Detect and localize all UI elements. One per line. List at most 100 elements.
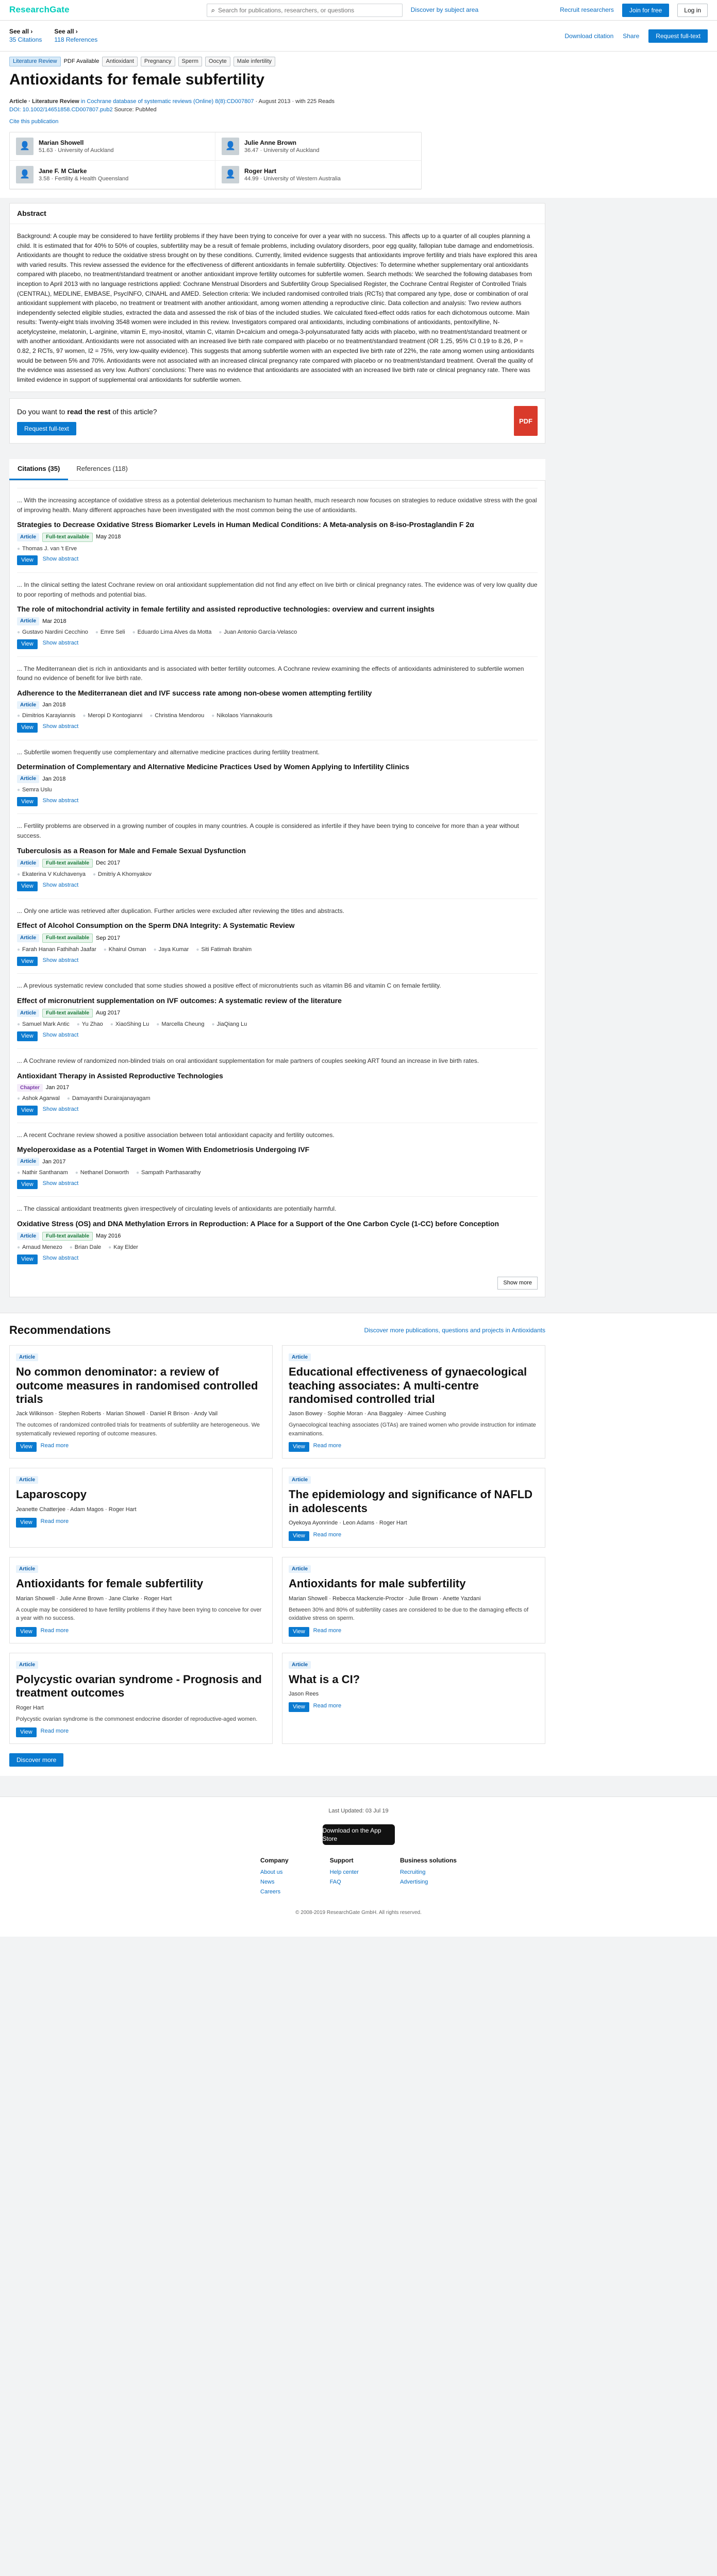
citation-author[interactable]: Ekaterina V Kulchavenya bbox=[17, 871, 86, 878]
show-abstract-link[interactable]: Show abstract bbox=[43, 639, 79, 649]
citation-author[interactable]: Eduardo Lima Alves da Motta bbox=[132, 629, 212, 636]
footer-link[interactable]: Help center bbox=[330, 1869, 359, 1876]
recommendation-title[interactable]: Educational effectiveness of gynaecologi… bbox=[289, 1365, 539, 1406]
citations-stat[interactable]: See all › 35 Citations bbox=[9, 28, 42, 44]
view-button[interactable]: View bbox=[289, 1442, 309, 1452]
citation-author[interactable]: Dmitriy A Khomyakov bbox=[93, 871, 152, 878]
citation-author[interactable]: Nikolaos Yiannakouris bbox=[211, 712, 272, 720]
read-more-link[interactable]: Read more bbox=[313, 1702, 341, 1712]
citation-title[interactable]: Effect of Alcohol Consumption on the Spe… bbox=[17, 921, 538, 930]
show-abstract-link[interactable]: Show abstract bbox=[43, 723, 79, 733]
citation-author[interactable]: Samuel Mark Antic bbox=[17, 1021, 70, 1028]
download-citation-link[interactable]: Download citation bbox=[565, 32, 614, 40]
recommendation-card[interactable]: Article What is a CI? Jason Rees View Read m… bbox=[282, 1652, 545, 1744]
search-input[interactable] bbox=[218, 6, 398, 14]
citation-author[interactable]: Gustavo Nardini Cecchino bbox=[17, 629, 88, 636]
author-card[interactable]: 👤 Jane F. M Clarke 3.58 · Fertility & He… bbox=[10, 161, 215, 190]
recommendation-title[interactable]: The epidemiology and significance of NAF… bbox=[289, 1488, 539, 1515]
view-button[interactable]: View bbox=[289, 1531, 309, 1541]
read-more-link[interactable]: Read more bbox=[41, 1627, 69, 1637]
citation-author[interactable]: Christina Mendorou bbox=[149, 712, 204, 720]
tag-item[interactable]: Pregnancy bbox=[140, 57, 175, 67]
read-more-link[interactable]: Read more bbox=[313, 1442, 341, 1452]
cite-publication-link[interactable]: Cite this publication bbox=[9, 118, 708, 126]
show-abstract-link[interactable]: Show abstract bbox=[43, 555, 79, 565]
show-abstract-link[interactable]: Show abstract bbox=[43, 1106, 79, 1115]
citation-title[interactable]: Determination of Complementary and Alter… bbox=[17, 762, 538, 772]
citation-author[interactable]: Jaya Kumar bbox=[154, 946, 189, 954]
citation-title[interactable]: Strategies to Decrease Oxidative Stress … bbox=[17, 520, 538, 530]
citation-title[interactable]: Effect of micronutrient supplementation … bbox=[17, 996, 538, 1006]
view-button[interactable]: View bbox=[17, 1031, 38, 1042]
view-button[interactable]: View bbox=[16, 1442, 37, 1452]
citation-author[interactable]: Arnaud Menezo bbox=[17, 1244, 62, 1251]
recommendation-title[interactable]: What is a CI? bbox=[289, 1673, 539, 1686]
app-store-badge[interactable]: Download on the App Store bbox=[322, 1824, 395, 1845]
recommendation-card[interactable]: Article Antioxidants for male subfertilit… bbox=[282, 1556, 545, 1643]
show-abstract-link[interactable]: Show abstract bbox=[43, 1255, 79, 1264]
login-button[interactable]: Log in bbox=[677, 3, 708, 17]
recommendation-title[interactable]: Laparoscopy bbox=[16, 1488, 266, 1501]
citation-title[interactable]: Antioxidant Therapy in Assisted Reproduc… bbox=[17, 1071, 538, 1081]
journal-link[interactable]: in Cochrane database of systematic revie… bbox=[81, 98, 254, 105]
show-abstract-link[interactable]: Show abstract bbox=[43, 1180, 79, 1190]
footer-link[interactable]: News bbox=[260, 1878, 289, 1886]
footer-link[interactable]: Careers bbox=[260, 1888, 289, 1896]
tag-item[interactable]: Sperm bbox=[178, 57, 202, 67]
read-more-link[interactable]: Read more bbox=[41, 1518, 69, 1528]
tag-literature-review[interactable]: Literature Review bbox=[9, 57, 61, 67]
read-more-link[interactable]: Read more bbox=[41, 1442, 69, 1452]
citation-author[interactable]: Kay Elder bbox=[108, 1244, 138, 1251]
citation-title[interactable]: Oxidative Stress (OS) and DNA Methylatio… bbox=[17, 1219, 538, 1229]
tag-item[interactable]: Antioxidant bbox=[102, 57, 138, 67]
citation-title[interactable]: The role of mitochondrial activity in fe… bbox=[17, 604, 538, 614]
discover-more-button[interactable]: Discover more bbox=[9, 1753, 64, 1767]
citation-author[interactable]: Emre Seli bbox=[95, 629, 125, 636]
view-button[interactable]: View bbox=[17, 722, 38, 733]
footer-link[interactable]: Recruiting bbox=[400, 1869, 457, 1876]
citation-author[interactable]: XiaoShing Lu bbox=[110, 1021, 149, 1028]
citation-author[interactable]: Meropi D Kontogianni bbox=[82, 712, 142, 720]
view-button[interactable]: View bbox=[17, 639, 38, 649]
discover-link[interactable]: Discover by subject area bbox=[411, 6, 478, 14]
view-button[interactable]: View bbox=[17, 881, 38, 891]
recommendation-card[interactable]: Article Educational effectiveness of gyna… bbox=[282, 1345, 545, 1459]
citation-title[interactable]: Myeloperoxidase as a Potential Target in… bbox=[17, 1145, 538, 1155]
show-more-button[interactable]: Show more bbox=[497, 1277, 538, 1290]
recommendation-card[interactable]: Article Antioxidants for female subfertil… bbox=[9, 1556, 273, 1643]
citation-author[interactable]: Sampath Parthasarathy bbox=[136, 1169, 201, 1177]
view-button[interactable]: View bbox=[16, 1626, 37, 1637]
request-fulltext-button-2[interactable]: Request full-text bbox=[17, 421, 76, 435]
recommendation-title[interactable]: Polycystic ovarian syndrome - Prognosis … bbox=[16, 1673, 266, 1700]
citation-author[interactable]: Brian Dale bbox=[70, 1244, 101, 1251]
show-abstract-link[interactable]: Show abstract bbox=[43, 797, 79, 807]
citation-author[interactable]: Dimitrios Karayiannis bbox=[17, 712, 75, 720]
citation-author[interactable]: Nathir Santhanam bbox=[17, 1169, 68, 1177]
citation-author[interactable]: Marcella Cheung bbox=[156, 1021, 204, 1028]
read-more-link[interactable]: Read more bbox=[313, 1531, 341, 1541]
read-more-link[interactable]: Read more bbox=[313, 1627, 341, 1637]
citation-author[interactable]: Thomas J. van 't Erve bbox=[17, 545, 77, 553]
footer-link[interactable]: About us bbox=[260, 1869, 289, 1876]
view-button[interactable]: View bbox=[289, 1626, 309, 1637]
citation-author[interactable]: Damayanthi Durairajanayagam bbox=[67, 1095, 151, 1103]
recommendation-card[interactable]: Article No common denominator: a review o… bbox=[9, 1345, 273, 1459]
citation-author[interactable]: Khairul Osman bbox=[104, 946, 146, 954]
author-card[interactable]: 👤 Roger Hart 44.99 · University of Weste… bbox=[215, 161, 421, 190]
recommendation-card[interactable]: Article Polycystic ovarian syndrome - Pro… bbox=[9, 1652, 273, 1744]
author-card[interactable]: 👤 Marian Showell 51.63 · University of A… bbox=[10, 132, 215, 161]
view-button[interactable]: View bbox=[17, 555, 38, 566]
doi-link[interactable]: DOI: 10.1002/14651858.CD007807.pub2 bbox=[9, 107, 113, 113]
recommendation-card[interactable]: Article The epidemiology and significance… bbox=[282, 1467, 545, 1548]
citation-author[interactable]: Ashok Agarwal bbox=[17, 1095, 60, 1103]
references-stat[interactable]: See all › 118 References bbox=[54, 28, 97, 44]
show-abstract-link[interactable]: Show abstract bbox=[43, 882, 79, 891]
tab-references[interactable]: References (118) bbox=[68, 459, 136, 480]
view-button[interactable]: View bbox=[16, 1517, 37, 1528]
view-button[interactable]: View bbox=[16, 1727, 37, 1737]
footer-link[interactable]: FAQ bbox=[330, 1878, 359, 1886]
footer-link[interactable]: Advertising bbox=[400, 1878, 457, 1886]
citation-author[interactable]: Juan Antonio García-Velasco bbox=[219, 629, 297, 636]
discover-more-link[interactable]: Discover more publications, questions an… bbox=[364, 1326, 545, 1334]
show-abstract-link[interactable]: Show abstract bbox=[43, 957, 79, 967]
